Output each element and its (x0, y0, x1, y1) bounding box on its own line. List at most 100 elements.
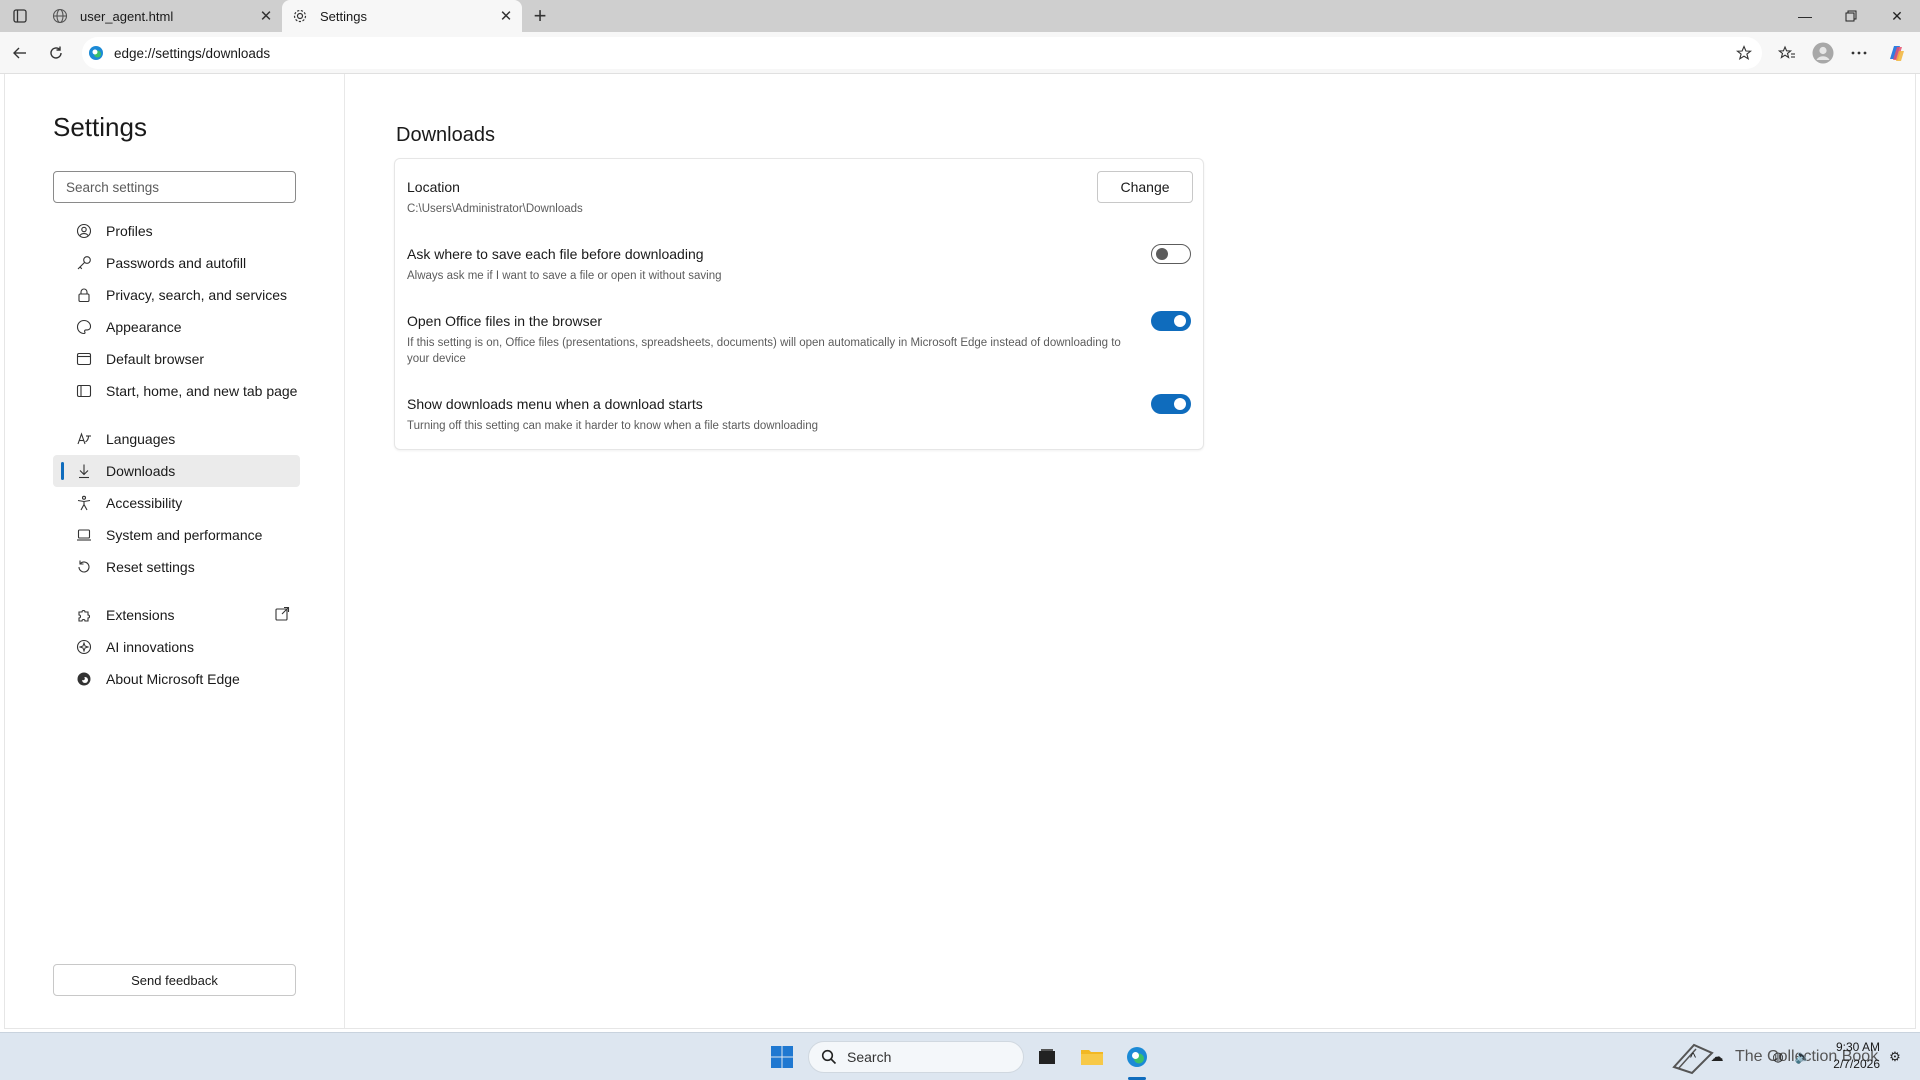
onedrive-icon[interactable]: ☁ (1707, 1047, 1727, 1067)
start-icon[interactable] (765, 1041, 799, 1073)
tab-strip: user_agent.html ✕ Settings ✕ + — ✕ (0, 0, 1920, 32)
more-menu-icon[interactable] (1845, 39, 1873, 67)
search-input[interactable]: Search settings (53, 171, 296, 203)
location-title: Location (407, 179, 460, 195)
office-files-toggle[interactable] (1151, 311, 1191, 331)
settings-sidebar: Settings Search settings Profiles Passwo… (5, 74, 345, 1028)
search-icon (821, 1049, 837, 1065)
sidebar-item-about[interactable]: About Microsoft Edge (53, 663, 300, 695)
file-explorer-icon[interactable] (1075, 1041, 1109, 1073)
show-menu-toggle[interactable] (1151, 394, 1191, 414)
ask-where-description: Always ask me if I want to save a file o… (407, 270, 722, 282)
globe-icon (52, 8, 68, 24)
notification-icon[interactable]: ⚙ (1885, 1047, 1905, 1067)
sidebar-item-start-home[interactable]: Start, home, and new tab page (53, 375, 300, 407)
sidebar-item-label: Start, home, and new tab page (106, 383, 298, 399)
puzzle-icon (75, 606, 93, 624)
volume-icon[interactable]: 🔈 (1793, 1047, 1813, 1067)
ai-icon (75, 638, 93, 656)
gear-icon (292, 8, 308, 24)
sidebar-item-extensions[interactable]: Extensions (53, 599, 300, 631)
task-view-icon[interactable] (1030, 1041, 1064, 1073)
edge-icon (75, 670, 93, 688)
tab-settings[interactable]: Settings ✕ (282, 0, 522, 32)
back-button[interactable] (6, 39, 34, 67)
toggle-knob (1174, 315, 1186, 327)
office-files-description: If this setting is on, Office files (pre… (407, 337, 1121, 365)
close-icon[interactable]: ✕ (256, 6, 276, 26)
sidebar-item-label: Extensions (106, 607, 175, 623)
sidebar-item-label: About Microsoft Edge (106, 671, 240, 687)
sidebar-item-languages[interactable]: Languages (53, 423, 300, 455)
external-link-icon[interactable] (274, 606, 292, 624)
downloads-panel: Downloads Location C:\Users\Administrato… (346, 74, 1915, 1028)
sidebar-item-label: Downloads (106, 463, 176, 479)
address-text: edge://settings/downloads (114, 45, 271, 61)
browser-icon (75, 350, 93, 368)
location-path: C:\Users\Administrator\Downloads (407, 203, 583, 215)
downloads-card: Location C:\Users\Administrator\Download… (394, 158, 1204, 450)
taskbar-search-label: Search (847, 1049, 892, 1065)
edge-taskbar-icon[interactable] (1120, 1041, 1154, 1073)
taskbar-search[interactable]: Search (808, 1041, 1024, 1073)
sidebar-item-privacy[interactable]: Privacy, search, and services (53, 279, 300, 311)
ask-where-toggle[interactable] (1151, 244, 1191, 264)
laptop-icon (75, 526, 93, 544)
toggle-knob (1156, 248, 1168, 260)
reset-icon (75, 558, 93, 576)
chevron-up-icon[interactable]: ^ (1683, 1047, 1703, 1067)
clock[interactable]: 9:30 AM 2/7/2026 (1833, 1039, 1880, 1073)
sidebar-item-ai-innovations[interactable]: AI innovations (53, 631, 300, 663)
restore-button[interactable] (1828, 0, 1874, 32)
minimize-button[interactable]: — (1782, 0, 1828, 32)
sidebar-item-reset[interactable]: Reset settings (53, 551, 300, 583)
toggle-knob (1174, 398, 1186, 410)
edge-icon (88, 45, 104, 61)
office-files-title: Open Office files in the browser (407, 313, 603, 329)
lock-icon (75, 286, 93, 304)
office-files-row: Open Office files in the browser If this… (407, 313, 1191, 367)
show-menu-row: Show downloads menu when a download star… (407, 396, 1191, 434)
languages-icon (75, 430, 93, 448)
tab-title: Settings (320, 8, 367, 24)
sidebar-item-default-browser[interactable]: Default browser (53, 343, 300, 375)
favorite-star-icon[interactable] (1730, 39, 1758, 67)
close-icon[interactable]: ✕ (496, 6, 516, 26)
sidebar-item-label: Reset settings (106, 559, 195, 575)
tab-user-agent[interactable]: user_agent.html ✕ (42, 0, 282, 32)
favorites-icon[interactable] (1773, 39, 1801, 67)
clock-date: 2/7/2026 (1833, 1057, 1880, 1071)
network-icon[interactable]: ◍ (1768, 1047, 1788, 1067)
page-title: Settings (53, 112, 147, 142)
location-row: Location C:\Users\Administrator\Download… (407, 179, 1191, 217)
download-icon (75, 462, 93, 480)
sidebar-item-system[interactable]: System and performance (53, 519, 300, 551)
sidebar-item-profiles[interactable]: Profiles (53, 215, 300, 247)
sidebar-item-label: Default browser (106, 351, 205, 367)
taskbar: Search ^ ☁ The Collection Book ◍ 🔈 9:30 … (0, 1032, 1920, 1080)
ask-where-title: Ask where to save each file before downl… (407, 246, 704, 262)
sidebar-item-label: Appearance (106, 319, 182, 335)
sidebar-item-downloads[interactable]: Downloads (53, 455, 300, 487)
new-tab-button[interactable]: + (526, 3, 554, 28)
tab-actions-icon[interactable] (8, 5, 32, 27)
address-bar[interactable]: edge://settings/downloads (82, 37, 1762, 69)
sidebar-item-passwords[interactable]: Passwords and autofill (53, 247, 300, 279)
refresh-button[interactable] (42, 39, 70, 67)
key-icon (75, 254, 93, 272)
send-feedback-button[interactable]: Send feedback (53, 964, 296, 996)
settings-page: Settings Search settings Profiles Passwo… (4, 74, 1916, 1029)
sidebar-item-label: Accessibility (106, 495, 183, 511)
show-menu-title: Show downloads menu when a download star… (407, 396, 703, 412)
browser-toolbar: edge://settings/downloads (0, 32, 1920, 74)
sidebar-item-label: Profiles (106, 223, 153, 239)
show-menu-description: Turning off this setting can make it har… (407, 420, 819, 432)
profile-avatar[interactable] (1809, 39, 1837, 67)
sidebar-item-accessibility[interactable]: Accessibility (53, 487, 300, 519)
copilot-icon[interactable] (1882, 39, 1910, 67)
section-title: Downloads (396, 124, 495, 146)
sidebar-item-appearance[interactable]: Appearance (53, 311, 300, 343)
change-location-button[interactable]: Change (1097, 171, 1193, 203)
clock-time: 9:30 AM (1835, 1040, 1880, 1054)
close-window-button[interactable]: ✕ (1874, 0, 1920, 32)
